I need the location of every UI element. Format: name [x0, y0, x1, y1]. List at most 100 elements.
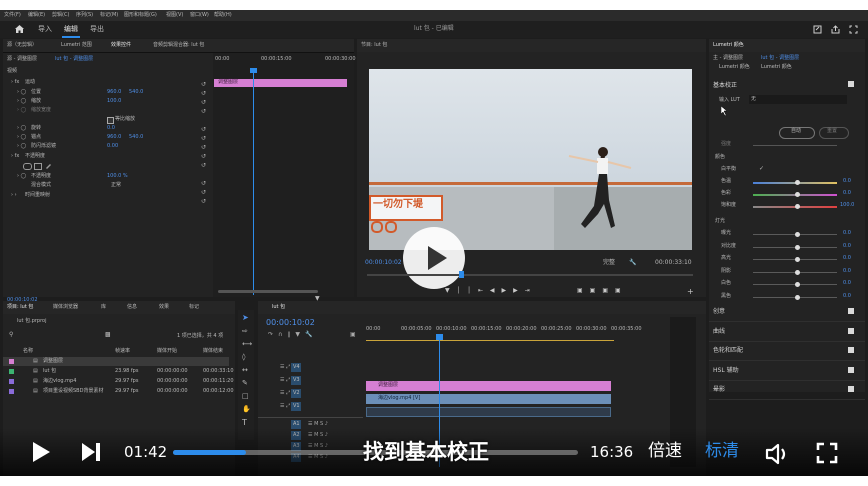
- track-select-tool-icon[interactable]: ⇨: [242, 328, 248, 335]
- property-anchor-y[interactable]: 540.0: [129, 135, 143, 140]
- stopwatch-anchor-icon[interactable]: › ◯: [17, 135, 26, 140]
- effect-controls-mini-timeline[interactable]: [213, 53, 354, 297]
- intensity-slider[interactable]: [753, 145, 837, 146]
- audio-track-controls[interactable]: ☰ M S ♪: [308, 422, 328, 427]
- add-button-icon[interactable]: +: [687, 288, 694, 296]
- play-overlay-button[interactable]: [403, 227, 465, 289]
- tab-libraries[interactable]: 库: [101, 305, 106, 310]
- col-start[interactable]: 媒体开始: [157, 349, 177, 354]
- light-slider-knob[interactable]: [795, 257, 800, 262]
- light-slider-knob[interactable]: [795, 282, 800, 287]
- type-tool-icon[interactable]: T: [242, 419, 247, 427]
- tab-project[interactable]: 项目: lut 包: [7, 305, 33, 310]
- new-bin-icon[interactable]: ▩: [105, 332, 111, 338]
- tab-import[interactable]: 导入: [38, 26, 52, 33]
- light-slider-value[interactable]: 0.0: [843, 293, 851, 299]
- fit-select[interactable]: 完整: [603, 260, 615, 266]
- menu-edit[interactable]: 编辑(E): [28, 13, 45, 18]
- menu-help[interactable]: 帮助(H): [214, 13, 232, 18]
- clip-seaside-audio[interactable]: [366, 407, 611, 417]
- property-rotation-value[interactable]: 0.0: [107, 126, 115, 131]
- project-item-name[interactable]: 调整图层: [43, 359, 63, 364]
- saturation-value[interactable]: 100.0: [840, 203, 854, 208]
- share-icon[interactable]: [831, 25, 840, 34]
- video-frame[interactable]: 一切勿下堤: [369, 69, 692, 250]
- selection-tool-icon[interactable]: ➤: [242, 314, 249, 322]
- lumetri-section-checkbox[interactable]: [848, 366, 854, 373]
- quality-button[interactable]: 标清: [705, 443, 739, 460]
- timeline-timecode[interactable]: 00:00:10:02: [266, 319, 315, 327]
- tab-media-browser[interactable]: 媒体浏览器: [53, 305, 78, 310]
- input-lut-select[interactable]: [749, 95, 847, 104]
- tab-export[interactable]: 导出: [90, 26, 104, 33]
- stopwatch-rotation-icon[interactable]: › ◯: [17, 126, 26, 131]
- light-slider-knob[interactable]: [795, 294, 800, 300]
- tab-source[interactable]: 源（无剪辑）: [7, 43, 37, 48]
- light-slider-knob[interactable]: [795, 232, 800, 237]
- tab-edit[interactable]: 编辑: [64, 26, 78, 33]
- menu-window[interactable]: 窗口(W): [190, 13, 209, 18]
- rectangle-tool-icon[interactable]: □: [242, 393, 249, 400]
- tint-value[interactable]: 0.0: [843, 191, 851, 196]
- lumetri-section-checkbox[interactable]: [848, 308, 854, 314]
- reset-icons-column[interactable]: ↺ ↺ ↺ ↺ ↺ ↺ ↺ ↺ ↺ ↺ ↺ ↺: [201, 80, 206, 206]
- menu-graphics[interactable]: 图形和标题(G): [124, 13, 157, 18]
- fullscreen-toggle-icon[interactable]: [849, 25, 858, 34]
- lumetri-section-checkbox[interactable]: [848, 347, 854, 353]
- tab-markers[interactable]: 标记: [189, 305, 199, 310]
- tab-lumetri-scopes[interactable]: Lumetri 范围: [61, 43, 92, 48]
- basic-correction-checkbox[interactable]: [848, 81, 854, 87]
- fullscreen-icon[interactable]: [816, 442, 838, 464]
- light-slider-value[interactable]: 0.0: [843, 268, 851, 274]
- quick-export-icon[interactable]: [813, 25, 822, 34]
- hand-tool-icon[interactable]: ✋: [242, 406, 251, 413]
- next-icon[interactable]: [81, 442, 103, 462]
- lumetri-tab[interactable]: Lumetri 颜色: [713, 43, 744, 48]
- menu-sequence[interactable]: 序列(S): [76, 13, 93, 18]
- menu-file[interactable]: 文件(F): [4, 13, 21, 18]
- property-scale-value[interactable]: 100.0: [107, 99, 121, 104]
- home-icon[interactable]: [14, 24, 25, 34]
- program-scrub-bar[interactable]: [367, 274, 693, 276]
- opacity-value[interactable]: 100.0 %: [107, 174, 128, 179]
- fx-opacity-toggle[interactable]: › fx: [11, 154, 19, 159]
- saturation-knob[interactable]: [795, 204, 800, 209]
- slip-tool-icon[interactable]: ↔: [242, 367, 248, 374]
- export-frame-controls[interactable]: ▣▣▣▣: [577, 288, 628, 294]
- light-slider-knob[interactable]: [795, 244, 800, 250]
- transport-controls[interactable]: ▼││⇤◀▶▶⇥: [445, 288, 537, 294]
- lumetri-section-header[interactable]: 晕影: [713, 387, 725, 393]
- timeline-toolbar[interactable]: ↷∩∥▼🔧: [268, 332, 318, 338]
- menu-marker[interactable]: 标记(M): [100, 13, 118, 18]
- blend-mode-select[interactable]: 正常: [111, 183, 121, 188]
- project-item-name[interactable]: 海边vlog.mp4: [43, 379, 76, 384]
- property-flicker-value[interactable]: 0.00: [107, 144, 118, 149]
- stopwatch-opacity-icon[interactable]: › ◯: [17, 174, 26, 179]
- razor-tool-icon[interactable]: ◊: [242, 354, 245, 361]
- project-item-name[interactable]: lut 包: [43, 369, 56, 374]
- tab-effects[interactable]: 效果: [159, 305, 169, 310]
- ec-scrollbar[interactable]: [218, 290, 318, 293]
- temperature-value[interactable]: 0.0: [843, 179, 851, 184]
- ripple-tool-icon[interactable]: ⟷: [242, 341, 252, 348]
- program-playhead[interactable]: [459, 271, 464, 278]
- light-slider-value[interactable]: 0.0: [843, 281, 851, 286]
- light-slider-value[interactable]: 0.0: [843, 243, 851, 249]
- light-slider-value[interactable]: 0.0: [843, 256, 851, 261]
- ec-playhead[interactable]: [253, 70, 254, 295]
- lumetri-section-header[interactable]: HSL 辅助: [713, 367, 739, 374]
- program-timecode[interactable]: 00:00:10:02: [365, 260, 402, 266]
- sequence-label[interactable]: lut 包 - 调整图层: [55, 57, 93, 62]
- video-player[interactable]: 文件(F) 编辑(E) 剪辑(C) 序列(S) 标记(M) 图形和标题(G) 视…: [0, 0, 868, 486]
- clip-adjustment-layer[interactable]: [366, 381, 611, 391]
- basic-correction-header[interactable]: 基本校正: [713, 83, 737, 89]
- col-name[interactable]: 名称: [23, 349, 33, 354]
- captions-icon[interactable]: ▣: [350, 332, 356, 338]
- ellipse-mask-icon[interactable]: [23, 163, 32, 170]
- wrench-icon[interactable]: 🔧: [629, 260, 636, 266]
- timeline-title[interactable]: lut 包: [272, 305, 285, 310]
- ec-playhead-handle[interactable]: [250, 68, 257, 73]
- stopwatch-position-icon[interactable]: › ◯: [17, 90, 26, 95]
- tint-knob[interactable]: [795, 192, 800, 197]
- search-icon[interactable]: ⚲: [9, 332, 13, 338]
